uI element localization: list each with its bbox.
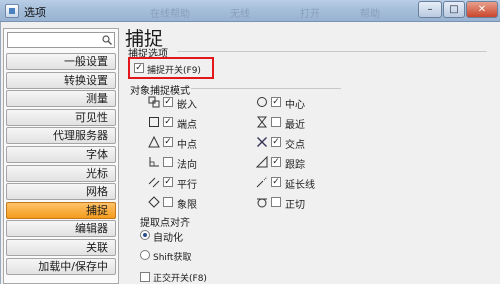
background-text: 在线帮助 (150, 9, 190, 20)
extension-icon (256, 176, 268, 188)
perpendicular-checkbox[interactable] (163, 157, 173, 167)
tracking-checkbox[interactable] (271, 157, 281, 167)
nearest-icon (256, 116, 268, 128)
intersection-label: 交点 (285, 140, 305, 151)
window-title: 选项 (24, 6, 46, 19)
options-dialog: 一般设置 转换设置 测量 可见性 代理服务器 字体 光标 网格 捕捉 编辑器 关… (0, 22, 500, 284)
background-text: 帮助 (360, 9, 380, 20)
close-button[interactable]: ✕ (466, 1, 498, 18)
app-icon (5, 4, 19, 18)
extension-checkbox[interactable] (271, 177, 281, 187)
center-label: 中心 (285, 100, 305, 111)
quadrant-checkbox[interactable] (163, 197, 173, 207)
sidebar-item-conversion[interactable]: 转换设置 (6, 71, 116, 89)
shift-capture-label[interactable]: Shift获取 (153, 250, 191, 263)
ortho-toggle-checkbox[interactable] (140, 272, 150, 282)
midpoint-icon (148, 136, 160, 148)
intersection-icon (257, 137, 267, 147)
snap-settings-panel: 捕捉 捕捉选项 捕捉开关(F9) 对象捕捉模式 嵌入 中心 端点 最 (119, 22, 500, 284)
perpendicular-label: 法向 (177, 160, 197, 171)
parallel-label: 平行 (177, 180, 197, 191)
midpoint-label: 中点 (177, 140, 197, 151)
midpoint-checkbox[interactable] (163, 137, 173, 147)
auto-align-radio[interactable] (140, 230, 150, 240)
object-snap-heading: 对象捕捉模式 (130, 86, 190, 97)
sidebar-item-measure[interactable]: 测量 (6, 90, 116, 108)
insert-label: 嵌入 (177, 100, 197, 111)
nearest-label: 最近 (285, 120, 305, 131)
center-icon (257, 97, 267, 107)
quadrant-label: 象限 (177, 200, 197, 211)
tracking-icon (256, 156, 268, 168)
perpendicular-icon (149, 157, 159, 167)
sidebar-item-proxy[interactable]: 代理服务器 (6, 127, 116, 145)
sidebar-item-snap[interactable]: 捕捉 (6, 201, 116, 219)
section-divider (177, 51, 487, 52)
alignment-heading: 提取点对齐 (140, 218, 190, 229)
category-list: 一般设置 转换设置 测量 可见性 代理服务器 字体 光标 网格 捕捉 编辑器 关… (6, 53, 116, 276)
snap-toggle-label[interactable]: 捕捉开关(F9) (147, 63, 201, 76)
sidebar-item-visibility[interactable]: 可见性 (6, 108, 116, 126)
ortho-toggle-label[interactable]: 正交开关(F8) (153, 271, 207, 284)
search-field[interactable] (7, 32, 115, 48)
parallel-icon (148, 177, 160, 188)
sidebar-item-cursor[interactable]: 光标 (6, 164, 116, 182)
endpoint-label: 端点 (177, 120, 197, 131)
insert-icon (148, 96, 160, 108)
endpoint-icon (149, 117, 159, 127)
tangent-icon (257, 198, 267, 208)
snap-toggle-highlight: 捕捉开关(F9) (128, 57, 214, 79)
search-icon (102, 35, 112, 45)
background-text: 打开 (300, 9, 320, 20)
endpoint-checkbox[interactable] (163, 117, 173, 127)
search-input[interactable] (8, 33, 98, 48)
sidebar-item-editor[interactable]: 编辑器 (6, 220, 116, 238)
sidebar-item-load-save[interactable]: 加载中/保存中 (6, 257, 116, 275)
sidebar-item-general[interactable]: 一般设置 (6, 53, 116, 70)
maximize-button[interactable]: □ (443, 1, 465, 18)
nearest-checkbox[interactable] (271, 117, 281, 127)
minimize-button[interactable]: – (418, 1, 442, 18)
insert-checkbox[interactable] (163, 97, 173, 107)
center-checkbox[interactable] (271, 97, 281, 107)
section-divider (191, 88, 341, 89)
title-bar: 选项 在线帮助 无线 打开 帮助 – □ ✕ (0, 0, 500, 22)
intersection-checkbox[interactable] (271, 137, 281, 147)
tangent-label: 正切 (285, 200, 305, 211)
sidebar-item-association[interactable]: 关联 (6, 238, 116, 256)
tracking-label: 跟踪 (285, 160, 305, 171)
extension-label: 延长线 (285, 180, 315, 191)
tangent-checkbox[interactable] (271, 197, 281, 207)
auto-align-label[interactable]: 自动化 (153, 229, 183, 244)
category-sidebar: 一般设置 转换设置 测量 可见性 代理服务器 字体 光标 网格 捕捉 编辑器 关… (3, 28, 119, 284)
quadrant-icon (148, 196, 160, 208)
parallel-checkbox[interactable] (163, 177, 173, 187)
sidebar-item-grid[interactable]: 网格 (6, 183, 116, 201)
background-text: 无线 (230, 9, 250, 20)
sidebar-item-font[interactable]: 字体 (6, 145, 116, 163)
snap-toggle-checkbox[interactable] (134, 63, 144, 73)
shift-capture-radio[interactable] (140, 250, 150, 260)
